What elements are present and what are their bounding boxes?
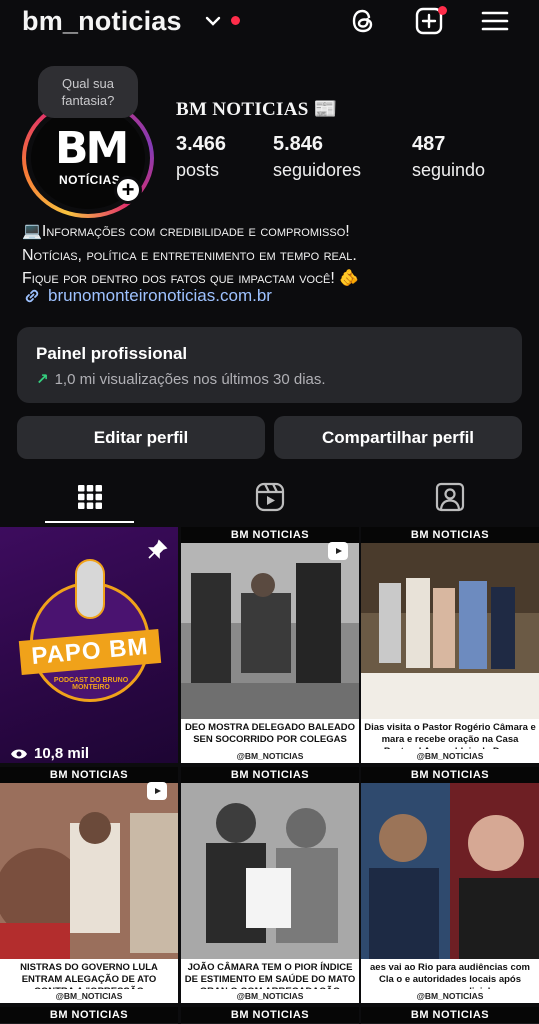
eye-icon (11, 749, 27, 758)
post-handle: @BM_NOTICIAS (361, 749, 539, 763)
post-photo (361, 783, 539, 959)
bio-line: 💻Informações com credibilidade e comprom… (22, 223, 350, 240)
dashboard-title: Painel profissional (36, 344, 188, 363)
grid-post-partial[interactable]: BM NOTICIAS (181, 1007, 359, 1024)
reels-icon (255, 482, 284, 512)
post-photo (181, 543, 359, 719)
stat-label: seguindo (412, 160, 486, 180)
share-profile-button[interactable]: Compartilhar perfil (274, 416, 522, 459)
post-caption: aes vai ao Rio para audiências com Cla o… (361, 959, 539, 997)
stat-followers[interactable]: 5.846 seguidores (273, 133, 361, 181)
post-photo (0, 783, 178, 959)
menu-icon[interactable] (480, 6, 510, 36)
tab-tagged[interactable] (360, 474, 539, 520)
active-tab-indicator (45, 521, 134, 523)
grid-post-partial[interactable]: BM NOTICIAS (0, 1007, 178, 1024)
grid-post-partial[interactable]: BM NOTICIAS (361, 1007, 539, 1024)
grid-icon (77, 485, 102, 509)
top-bar: bm_noticias (0, 0, 539, 48)
post-header-brand: BM NOTICIAS (361, 767, 539, 783)
posts-grid: PAPO BM PODCAST DO BRUNO MONTEIRO 10,8 m… (0, 527, 539, 1024)
pin-icon (148, 539, 168, 559)
professional-dashboard[interactable]: Painel profissional ↗ 1,0 mi visualizaçõ… (17, 327, 522, 403)
post-header-brand: BM NOTICIAS (181, 767, 359, 783)
grid-post-pinned[interactable]: PAPO BM PODCAST DO BRUNO MONTEIRO 10,8 m… (0, 527, 178, 763)
grid-post[interactable]: BM NOTICIAS NISTRAS DO GOVERNO LULA ENTR… (0, 767, 178, 1003)
edit-profile-button[interactable]: Editar perfil (17, 416, 265, 459)
view-count: 10,8 mil (10, 745, 89, 762)
link-icon (25, 289, 39, 303)
podcast-subtitle: PODCAST DO BRUNO MONTEIRO (53, 677, 129, 691)
profile-tabs (0, 470, 539, 524)
chevron-down-icon[interactable] (204, 12, 222, 30)
post-caption: Dias visita o Pastor Rogério Câmara e ma… (361, 719, 539, 757)
bio: 💻Informações com credibilidade e comprom… (22, 220, 522, 291)
grid-post[interactable]: BM NOTICIAS Dias visita o Pastor Rogério… (361, 527, 539, 763)
logo-subtext: NOTÍCIAS (59, 173, 121, 187)
stat-value: 5.846 (273, 133, 324, 155)
post-photo (361, 543, 539, 719)
bio-link-text[interactable]: brunomonteironoticias.com.br (48, 286, 272, 306)
post-caption: JOÃO CÂMARA TEM O PIOR ÍNDICE DE ESTIMEN… (181, 959, 359, 1003)
grid-post[interactable]: BM NOTICIAS aes vai ao Rio para audiênci… (361, 767, 539, 1003)
add-story-icon[interactable]: + (114, 176, 142, 204)
view-count-value: 10,8 mil (34, 745, 90, 762)
post-header-brand: BM NOTICIAS (361, 527, 539, 543)
post-handle: @BM_NOTICIAS (361, 989, 539, 1003)
stat-following[interactable]: 487 seguindo (412, 133, 485, 181)
notification-dot (231, 16, 240, 25)
grid-post[interactable]: BM NOTICIAS DEO MOSTRA DELEGADO BALEADO … (181, 527, 359, 763)
stat-label: seguidores (273, 160, 362, 180)
post-caption: DEO MOSTRA DELEGADO BALEADO SEN SOCORRID… (181, 719, 359, 749)
logo-text: BM (55, 123, 129, 174)
post-header-brand: BM NOTICIAS (181, 1007, 359, 1023)
stat-value: 487 (412, 133, 446, 155)
dashboard-stats: 1,0 mi visualizações nos últimos 30 dias… (54, 370, 326, 388)
profile-note-bubble[interactable]: Qual sua fantasia? (38, 66, 138, 118)
post-header-brand: BM NOTICIAS (361, 1007, 539, 1023)
threads-icon[interactable] (348, 6, 378, 36)
reel-indicator-icon (147, 782, 167, 800)
post-handle: @BM_NOTICIAS (181, 989, 359, 1003)
tab-posts-grid[interactable] (0, 474, 179, 520)
tab-reels[interactable] (180, 474, 359, 520)
username-switcher[interactable]: bm_noticias (22, 6, 182, 37)
stat-value: 3.466 (176, 133, 227, 155)
post-photo (181, 783, 359, 959)
bio-link[interactable]: brunomonteironoticias.com.br (22, 286, 272, 306)
stat-posts[interactable]: 3.466 posts (176, 133, 226, 181)
post-handle: @BM_NOTICIAS (0, 989, 178, 1003)
trend-up-icon: ↗ (36, 371, 49, 388)
dashboard-subtitle: ↗ 1,0 mi visualizações nos últimos 30 di… (36, 370, 326, 389)
post-header-brand: BM NOTICIAS (0, 1007, 178, 1023)
bio-line: Notícias, política e entretenimento em t… (22, 246, 357, 264)
grid-post[interactable]: BM NOTICIAS JOÃO CÂMARA TEM O PIOR ÍNDIC… (181, 767, 359, 1003)
reel-indicator-icon (328, 542, 348, 560)
stat-label: posts (176, 160, 220, 180)
display-name: BM NOTICIAS 📰 (176, 99, 338, 120)
microphone-icon (75, 559, 105, 619)
post-caption: NISTRAS DO GOVERNO LULA ENTRAM ALEGAÇÃO … (0, 959, 178, 997)
tagged-icon (435, 482, 464, 512)
new-post-notification-dot (438, 6, 447, 15)
post-handle: @BM_NOTICIAS (181, 749, 359, 763)
